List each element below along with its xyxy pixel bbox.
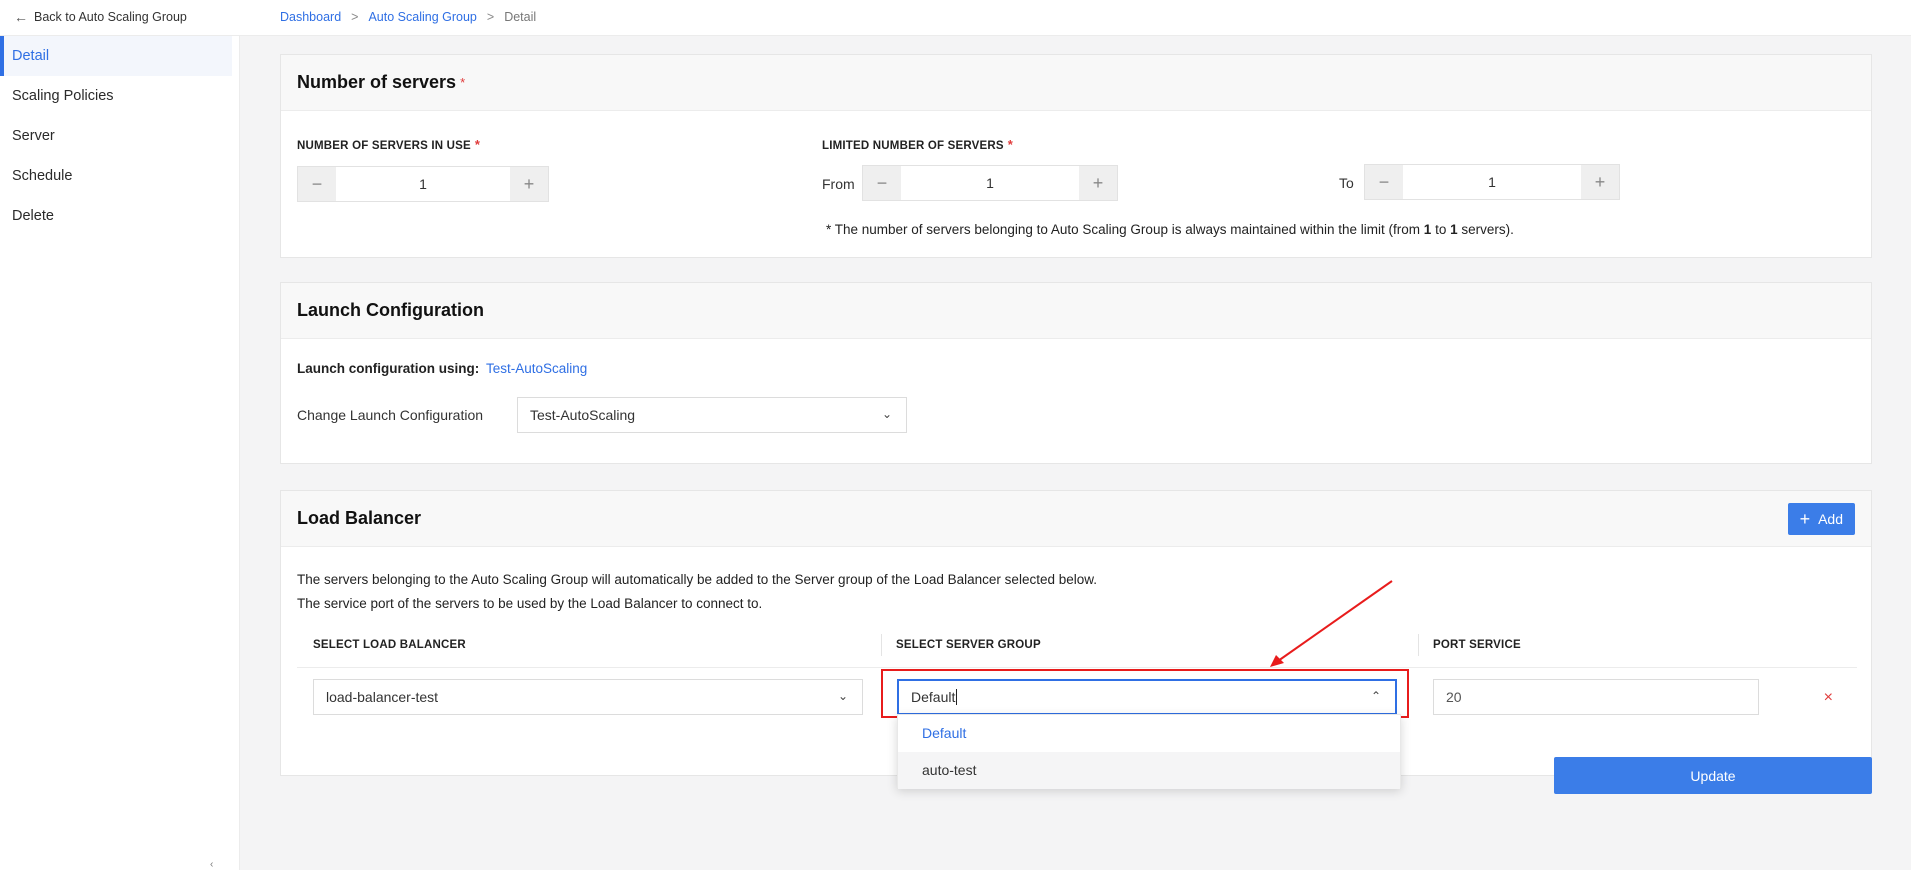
from-value[interactable]: 1 (901, 166, 1079, 200)
dropdown-option-default[interactable]: Default (898, 715, 1400, 752)
minus-icon[interactable]: − (298, 167, 336, 201)
server-group-select[interactable]: Default ⌃ (897, 679, 1397, 715)
add-button-label: Add (1818, 511, 1843, 527)
text-caret (956, 689, 958, 705)
breadcrumb-dashboard[interactable]: Dashboard (280, 10, 341, 24)
required-mark: * (460, 75, 466, 90)
plus-icon: + (1799, 509, 1811, 529)
launch-config-select-value: Test-AutoScaling (530, 407, 636, 423)
to-value[interactable]: 1 (1403, 165, 1581, 199)
limit-label: LIMITED NUMBER OF SERVERS * (822, 137, 1013, 152)
in-use-stepper[interactable]: − 1 + (297, 166, 549, 202)
top-bar: ← Back to Auto Scaling Group Dashboard >… (0, 0, 1911, 36)
launch-using-label: Launch configuration using: (297, 361, 480, 376)
annotation-arrow-icon (1270, 580, 1393, 667)
launch-using: Launch configuration using: Test-AutoSca… (297, 361, 587, 376)
server-group-select-value: Default (911, 689, 956, 705)
dropdown-option-auto-test[interactable]: auto-test (898, 752, 1400, 789)
from-label: From (822, 176, 855, 192)
in-use-label-text: NUMBER OF SERVERS IN USE (297, 140, 471, 152)
sidebar-item-scaling-policies[interactable]: Scaling Policies (0, 76, 239, 116)
lb-description: The servers belonging to the Auto Scalin… (297, 568, 1097, 616)
column-divider (1418, 634, 1419, 656)
to-label: To (1339, 175, 1354, 191)
minus-icon[interactable]: − (1365, 165, 1403, 199)
breadcrumb-separator: > (351, 10, 359, 24)
arrow-left-icon: ← (14, 9, 28, 25)
lb-card-title: Load Balancer (297, 508, 422, 528)
breadcrumb: Dashboard > Auto Scaling Group > Detail (280, 10, 536, 24)
plus-icon[interactable]: + (1079, 166, 1117, 200)
breadcrumb-auto-scaling-group[interactable]: Auto Scaling Group (368, 10, 476, 24)
col-port-service: PORT SERVICE (1433, 639, 1521, 651)
lb-desc-line1: The servers belonging to the Auto Scalin… (297, 572, 1097, 587)
server-group-dropdown: Default auto-test (897, 714, 1401, 789)
to-stepper[interactable]: − 1 + (1364, 164, 1620, 200)
update-button[interactable]: Update (1554, 757, 1872, 794)
servers-card-header: Number of servers * (281, 55, 1871, 111)
col-select-server-group: SELECT SERVER GROUP (896, 639, 1041, 651)
sidebar-item-detail[interactable]: Detail (0, 36, 232, 76)
required-mark: * (474, 137, 481, 152)
required-mark: * (1007, 137, 1014, 152)
chevron-down-icon: ⌄ (881, 407, 892, 421)
in-use-label: NUMBER OF SERVERS IN USE * (297, 137, 480, 152)
from-stepper[interactable]: − 1 + (862, 165, 1118, 201)
sidebar-item-server[interactable]: Server (0, 116, 239, 156)
lb-desc-line2: The service port of the servers to be us… (297, 596, 763, 611)
note-prefix: * The number of servers belonging to Aut… (826, 222, 1424, 237)
launch-config-link[interactable]: Test-AutoScaling (486, 361, 587, 376)
servers-card: Number of servers * NUMBER OF SERVERS IN… (280, 54, 1872, 258)
back-link[interactable]: ← Back to Auto Scaling Group (14, 9, 187, 25)
launch-card-title: Launch Configuration (297, 300, 484, 320)
limit-label-text: LIMITED NUMBER OF SERVERS (822, 140, 1004, 152)
note-mid: to (1431, 222, 1451, 237)
chevron-left-icon[interactable]: ‹ (210, 859, 213, 870)
sidebar: Detail Scaling Policies Server Schedule … (0, 36, 240, 870)
port-service-input[interactable]: 20 (1433, 679, 1759, 715)
col-select-load-balancer: SELECT LOAD BALANCER (313, 639, 466, 651)
minus-icon[interactable]: − (863, 166, 901, 200)
load-balancer-select-value: load-balancer-test (326, 689, 439, 705)
plus-icon[interactable]: + (1581, 165, 1619, 199)
launch-card-header: Launch Configuration (281, 283, 1871, 339)
in-use-value[interactable]: 1 (336, 167, 510, 201)
change-launch-label: Change Launch Configuration (297, 407, 484, 423)
breadcrumb-separator: > (486, 10, 495, 24)
limit-note: * The number of servers belonging to Aut… (826, 222, 1514, 237)
note-to: 1 (1450, 222, 1458, 237)
load-balancer-select[interactable]: load-balancer-test ⌄ (313, 679, 863, 715)
lb-card-header: Load Balancer + Add (281, 491, 1871, 547)
note-suffix: servers). (1457, 222, 1514, 237)
plus-icon[interactable]: + (510, 167, 548, 201)
back-link-label: Back to Auto Scaling Group (34, 10, 187, 24)
sidebar-item-schedule[interactable]: Schedule (0, 156, 239, 196)
servers-card-title: Number of servers (297, 72, 457, 92)
column-divider (881, 634, 882, 656)
launch-config-select[interactable]: Test-AutoScaling ⌄ (517, 397, 907, 433)
breadcrumb-detail: Detail (504, 10, 537, 24)
launch-card: Launch Configuration Launch configuratio… (280, 282, 1872, 464)
remove-row-icon[interactable]: × (1824, 689, 1833, 707)
sidebar-item-delete[interactable]: Delete (0, 196, 239, 236)
add-button[interactable]: + Add (1787, 503, 1855, 535)
chevron-down-icon: ⌄ (837, 689, 848, 703)
table-divider (297, 667, 1857, 668)
chevron-up-icon: ⌃ (1370, 689, 1381, 703)
